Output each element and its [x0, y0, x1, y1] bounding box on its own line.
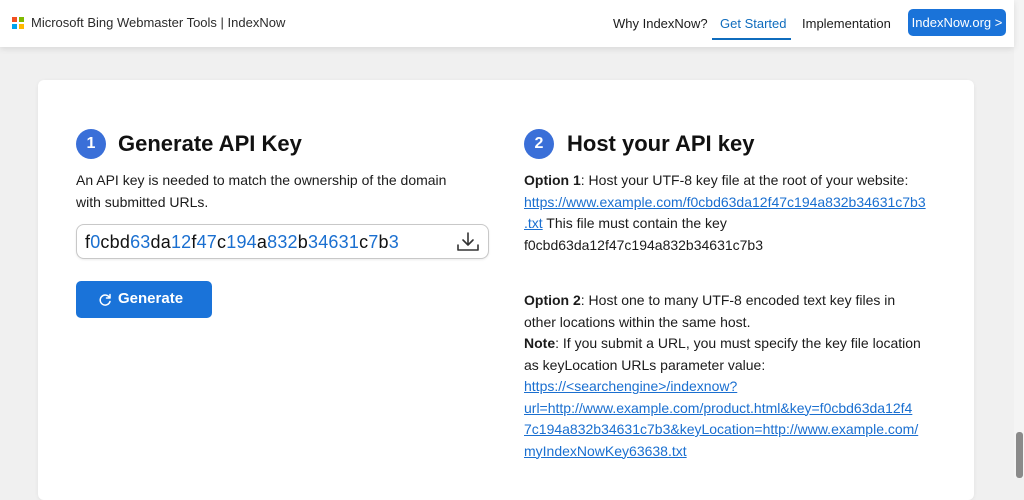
keylocation-example-link[interactable]: 7c194a832b34631c7b3&keyLocation=http://w…	[524, 421, 918, 437]
option-2-description: : Host one to many UTF-8 encoded text ke…	[580, 292, 896, 308]
option-2-description-cont: other locations within the same host.	[524, 313, 751, 330]
option-2-label: Option 2	[524, 292, 581, 308]
brand[interactable]: Microsoft Bing Webmaster Tools | IndexNo…	[12, 15, 285, 30]
keylocation-example-link[interactable]: https://<searchengine>/indexnow?	[524, 378, 737, 394]
option-1-note: This file must contain the key	[542, 215, 727, 231]
option-1-key: f0cbd63da12f47c194a832b34631c7b3	[524, 236, 764, 253]
download-icon[interactable]	[455, 231, 481, 253]
step-1-badge: 1	[76, 129, 106, 159]
description-line: An API key is needed to match the owners…	[76, 172, 447, 188]
brand-title: Microsoft Bing Webmaster Tools | IndexNo…	[31, 15, 286, 30]
nav-why-indexnow[interactable]: Why IndexNow?	[613, 16, 708, 31]
nav-implementation[interactable]: Implementation	[802, 16, 891, 31]
api-key-field[interactable]: f0cbd63da12f47c194a832b34631c7b3	[76, 224, 489, 259]
option-1-text: Option 1: Host your UTF-8 key file at th…	[524, 170, 944, 256]
keylocation-example-link[interactable]: url=http://www.example.com/product.html&…	[524, 400, 912, 416]
note-label: Note	[524, 335, 556, 351]
generate-button[interactable]: Generate	[76, 281, 212, 318]
note-description: : If you submit a URL, you must specify …	[555, 335, 921, 351]
keylocation-example-link[interactable]: myIndexNowKey63638.txt	[524, 443, 687, 459]
example-key-file-link-cont[interactable]: .txt	[524, 215, 543, 231]
generate-button-label: Generate	[118, 290, 184, 307]
active-nav-indicator	[712, 38, 791, 40]
top-navbar: Microsoft Bing Webmaster Tools | IndexNo…	[0, 0, 1014, 47]
option-1-label: Option 1	[524, 172, 581, 188]
example-key-file-link[interactable]: https://www.example.com/f0cbd63da12f47c1…	[524, 194, 926, 210]
note-description-cont: as keyLocation URLs parameter value:	[524, 356, 766, 373]
microsoft-logo-icon	[12, 16, 24, 29]
nav-get-started[interactable]: Get Started	[720, 16, 786, 31]
option-2-text: Option 2: Host one to many UTF-8 encoded…	[524, 290, 944, 462]
indexnow-org-button[interactable]: IndexNow.org >	[908, 9, 1006, 36]
scrollbar-thumb[interactable]	[1016, 432, 1023, 478]
refresh-icon	[99, 293, 111, 306]
step-2-title: Host your API key	[567, 131, 755, 156]
description-line: with submitted URLs.	[76, 193, 209, 210]
step-1-title: Generate API Key	[118, 131, 302, 156]
option-1-description: : Host your UTF-8 key file at the root o…	[580, 172, 909, 188]
api-key-value[interactable]: f0cbd63da12f47c194a832b34631c7b3	[85, 232, 399, 253]
step-1-description: An API key is needed to match the owners…	[76, 170, 496, 213]
page-scrollbar[interactable]	[1014, 0, 1024, 478]
step-2-badge: 2	[524, 129, 554, 159]
